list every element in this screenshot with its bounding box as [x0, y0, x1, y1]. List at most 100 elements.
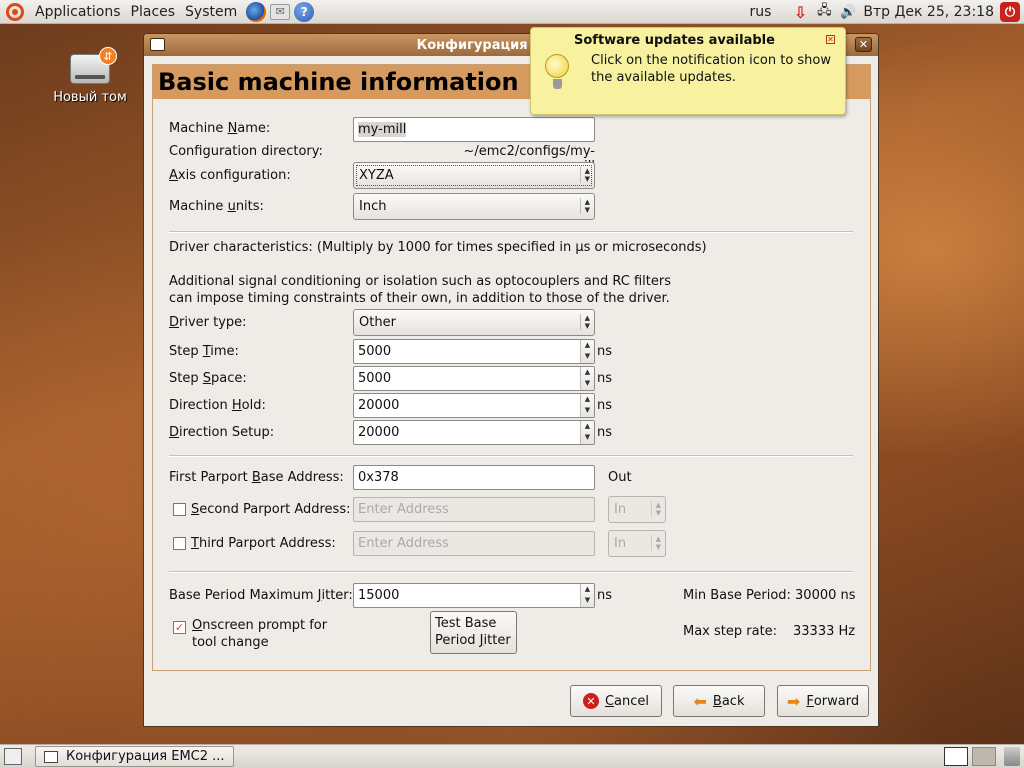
emc2-config-window: Конфигурация EMC2 для ✕ Basic machine in… [143, 33, 879, 727]
wizard-page: Basic machine information Machine Name: … [152, 64, 871, 671]
system-tray: rus ⇩ 🖧 🔊 Втр Дек 25, 23:18 ⏻ [749, 0, 1024, 24]
taskbar-label: Конфигурация EMC2 ... [66, 749, 225, 764]
workspace-2[interactable] [972, 747, 996, 766]
separator [169, 571, 853, 573]
first-parport-direction: Out [608, 470, 632, 485]
conditioning-note-1: Additional signal conditioning or isolat… [169, 274, 672, 289]
conditioning-note-2: can impose timing constraints of their o… [169, 291, 670, 306]
spin-arrows-icon[interactable]: ▲ ▼ [580, 394, 594, 417]
min-base-period: Min Base Period: 30000 ns [683, 588, 856, 603]
forward-arrow-icon: ➡ [786, 691, 801, 711]
third-parport-input[interactable]: Enter Address [353, 531, 595, 556]
max-step-rate-value: 33333 Hz [793, 624, 856, 639]
network-icon[interactable]: 🖧 [815, 3, 833, 21]
third-parport-row: Third Parport Address: [173, 536, 336, 551]
second-parport-checkbox[interactable] [173, 503, 186, 516]
menu-places[interactable]: Places [126, 0, 181, 24]
forward-button[interactable]: ➡ Forward [777, 685, 869, 717]
unit-label: ns [597, 371, 613, 386]
cancel-button[interactable]: ✕ Cancel [570, 685, 662, 717]
spin-arrows-icon[interactable]: ▲ ▼ [580, 421, 594, 444]
chevron-updown-icon: ▲ ▼ [579, 167, 590, 183]
back-arrow-icon: ⬅ [693, 691, 707, 711]
keyboard-layout-indicator[interactable]: rus [749, 4, 771, 20]
axis-config-label: Axis configuration: [169, 168, 291, 183]
third-parport-direction-combo[interactable]: In ▲ ▼ [608, 530, 666, 557]
separator [169, 231, 853, 233]
lightbulb-icon [545, 54, 569, 89]
menu-applications[interactable]: Applications [30, 0, 126, 24]
direction-hold-spinner[interactable]: 20000 ▲ ▼ [353, 393, 595, 418]
machine-name-input[interactable]: my-mill [353, 117, 595, 142]
update-notifier-icon[interactable]: ⇩ [791, 3, 809, 22]
machine-units-combo[interactable]: Inch ▲ ▼ [353, 193, 595, 220]
close-icon[interactable]: ✕ [855, 37, 872, 52]
test-jitter-button[interactable]: Test Base Period Jitter [430, 611, 517, 654]
spin-arrows-icon[interactable]: ▲ ▼ [580, 367, 594, 390]
step-space-spinner[interactable]: 5000 ▲ ▼ [353, 366, 595, 391]
machine-units-label: Machine units: [169, 199, 264, 214]
close-icon[interactable]: ✕ [826, 35, 835, 44]
unit-label: ns [597, 344, 613, 359]
show-desktop-icon[interactable] [4, 748, 22, 765]
driver-note: Driver characteristics: (Multiply by 100… [169, 240, 707, 255]
first-parport-label: First Parport Base Address: [169, 470, 344, 485]
first-parport-input[interactable]: 0x378 [353, 465, 595, 490]
unit-label: ns [597, 425, 613, 440]
direction-setup-spinner[interactable]: 20000 ▲ ▼ [353, 420, 595, 445]
workspace-1[interactable] [944, 747, 968, 766]
direction-hold-label: Direction Hold: [169, 398, 266, 413]
config-dir-label: Configuration directory: [169, 144, 323, 159]
notification-body: Click on the notification icon to show t… [591, 53, 832, 85]
firefox-icon[interactable] [246, 1, 267, 22]
second-parport-label: Second Parport Address: [191, 502, 351, 517]
cancel-icon: ✕ [582, 693, 599, 709]
direction-setup-label: Direction Setup: [169, 425, 275, 440]
notification-title: Software updates available [574, 33, 775, 48]
unit-label: ns [597, 398, 613, 413]
onscreen-prompt-checkbox[interactable]: ✓ [173, 621, 186, 634]
onscreen-prompt-row: ✓ Onscreen prompt for tool change [173, 617, 327, 651]
volume-icon[interactable]: 🔊 [839, 3, 857, 21]
second-parport-input[interactable]: Enter Address [353, 497, 595, 522]
help-icon[interactable]: ? [294, 1, 315, 22]
usb-drive-icon: ⇵ [70, 47, 117, 84]
axis-config-combo[interactable]: XYZA ▲ ▼ [353, 162, 595, 189]
step-time-spinner[interactable]: 5000 ▲ ▼ [353, 339, 595, 364]
step-space-label: Step Space: [169, 371, 247, 386]
spin-arrows-icon[interactable]: ▲ ▼ [580, 340, 594, 363]
mail-icon[interactable]: ✉ [270, 3, 291, 20]
spin-arrows-icon[interactable]: ▲ ▼ [580, 584, 594, 607]
base-period-jitter-label: Base Period Maximum Jitter: [169, 588, 353, 603]
max-step-rate-label: Max step rate: [683, 624, 778, 639]
power-icon[interactable]: ⏻ [1000, 2, 1020, 22]
onscreen-prompt-label: Onscreen prompt for tool change [192, 618, 328, 650]
chevron-updown-icon: ▲ ▼ [650, 501, 661, 517]
second-parport-direction-combo[interactable]: In ▲ ▼ [608, 496, 666, 523]
unit-label: ns [597, 588, 613, 603]
chevron-updown-icon: ▲ ▼ [579, 314, 590, 330]
desktop-icon-label: Новый том [53, 90, 127, 105]
separator [169, 455, 853, 457]
taskbar-button-emc2[interactable]: Конфигурация EMC2 ... [35, 746, 234, 767]
ubuntu-logo-icon[interactable] [6, 2, 24, 21]
driver-type-label: Driver type: [169, 315, 247, 330]
window-icon [44, 750, 58, 763]
update-notification[interactable]: Software updates available ✕ Click on th… [530, 27, 846, 115]
menu-system[interactable]: System [180, 0, 242, 24]
second-parport-row: Second Parport Address: [173, 502, 351, 517]
top-panel: Applications Places System ✉ ? rus ⇩ 🖧 🔊… [0, 0, 1024, 24]
desktop-icon-volume[interactable]: ⇵ Новый том [50, 47, 130, 105]
step-time-label: Step Time: [169, 344, 239, 359]
chevron-updown-icon: ▲ ▼ [650, 535, 661, 551]
chevron-updown-icon: ▲ ▼ [579, 198, 590, 214]
third-parport-label: Third Parport Address: [191, 536, 336, 551]
base-period-jitter-spinner[interactable]: 15000 ▲ ▼ [353, 583, 595, 608]
third-parport-checkbox[interactable] [173, 537, 186, 550]
driver-type-combo[interactable]: Other ▲ ▼ [353, 309, 595, 336]
trash-icon[interactable] [1004, 747, 1020, 766]
machine-name-label: Machine Name: [169, 121, 271, 136]
back-button[interactable]: ⬅ Back [673, 685, 765, 717]
window-menu-icon[interactable] [150, 38, 165, 51]
clock[interactable]: Втр Дек 25, 23:18 [863, 4, 994, 20]
